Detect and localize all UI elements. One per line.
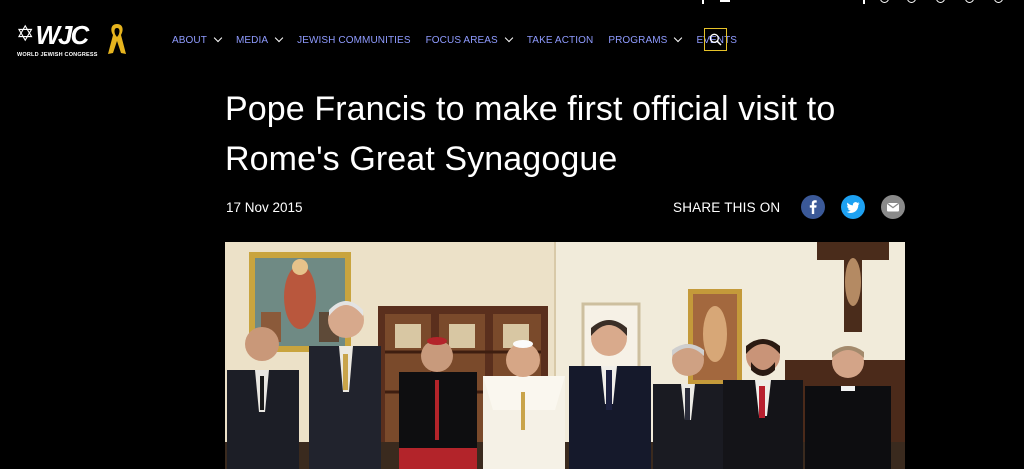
nav-item-media[interactable]: MEDIA bbox=[235, 33, 284, 46]
wjc-logo[interactable]: ✡ WJC WORLD JEWISH CONGRESS bbox=[16, 20, 128, 62]
email-icon bbox=[886, 202, 900, 212]
twitter-icon bbox=[846, 202, 860, 213]
nav-item-about[interactable]: ABOUT bbox=[172, 33, 223, 46]
nav-label: JEWISH COMMUNITIES bbox=[297, 34, 411, 46]
facebook-icon bbox=[809, 200, 817, 214]
chevron-down-icon bbox=[504, 33, 514, 43]
site-header: ✡ WJC WORLD JEWISH CONGRESS ABOUT MEDIA … bbox=[0, 0, 1024, 80]
nav-item-take-action[interactable]: TAKE ACTION bbox=[527, 35, 593, 46]
nav-label: TAKE ACTION bbox=[526, 34, 594, 46]
logo-mark: ✡ WJC bbox=[16, 20, 89, 50]
main-nav: ABOUT MEDIA JEWISH COMMUNITIES FOCUS ARE… bbox=[172, 29, 752, 51]
share-email-button[interactable] bbox=[881, 195, 905, 219]
nav-label: PROGRAMS bbox=[608, 34, 668, 46]
chevron-down-icon bbox=[274, 33, 284, 43]
share-label: SHARE THIS ON bbox=[673, 200, 781, 215]
search-button[interactable] bbox=[704, 28, 727, 51]
share-twitter-button[interactable] bbox=[841, 195, 865, 219]
article-date: 17 Nov 2015 bbox=[226, 200, 303, 215]
star-of-david-icon: ✡ bbox=[16, 22, 35, 47]
nav-item-programs[interactable]: PROGRAMS bbox=[608, 33, 683, 46]
article-title: Pope Francis to make first official visi… bbox=[225, 90, 836, 178]
chevron-down-icon bbox=[674, 33, 683, 43]
search-icon bbox=[709, 33, 722, 46]
nav-label: FOCUS AREAS bbox=[425, 34, 498, 46]
article-photo bbox=[225, 242, 905, 469]
nav-item-jewish-communities[interactable]: JEWISH COMMUNITIES bbox=[297, 35, 410, 46]
nav-label: MEDIA bbox=[235, 34, 269, 46]
logo-letters: WJC bbox=[35, 20, 89, 50]
group-photo-illustration bbox=[225, 242, 905, 469]
yellow-ribbon-icon bbox=[108, 24, 126, 54]
logo-caption: WORLD JEWISH CONGRESS bbox=[17, 52, 98, 58]
share-facebook-button[interactable] bbox=[801, 195, 825, 219]
nav-label: ABOUT bbox=[172, 34, 207, 46]
nav-item-focus-areas[interactable]: FOCUS AREAS bbox=[425, 33, 514, 46]
chevron-down-icon bbox=[213, 33, 223, 43]
